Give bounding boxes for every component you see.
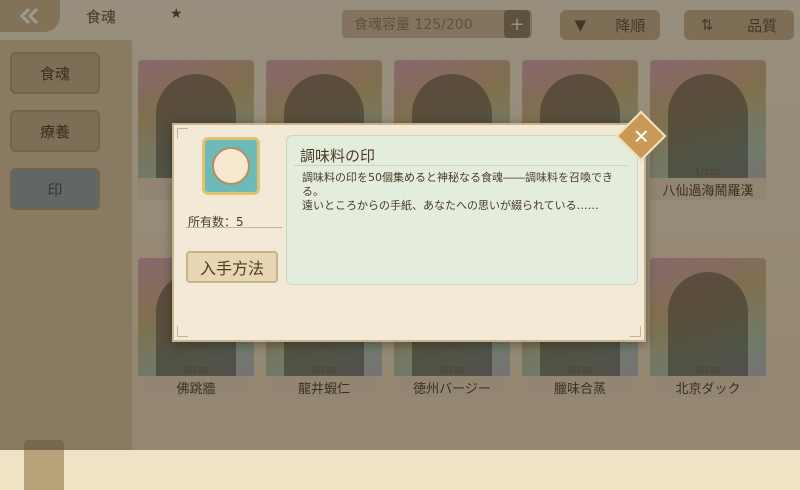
description-line: 調味料の印を50個集めると神秘なる食魂――調味料を召喚できる。 xyxy=(302,171,613,198)
acquire-method-button[interactable]: 入手方法 xyxy=(186,251,278,283)
character-face-icon xyxy=(212,147,250,185)
title-divider xyxy=(294,165,628,166)
divider xyxy=(186,227,282,228)
item-detail-modal: 所有数：5 入手方法 調味料の印 調味料の印を50個集めると神秘なる食魂――調味… xyxy=(172,123,646,342)
seasoning-seal-icon xyxy=(202,137,260,195)
close-icon: ✕ xyxy=(632,123,650,148)
item-description: 調味料の印を50個集めると神秘なる食魂――調味料を召喚できる。 遠いところからの… xyxy=(302,171,628,213)
corner-ornament xyxy=(177,326,188,337)
corner-ornament xyxy=(177,128,188,139)
item-title: 調味料の印 xyxy=(300,147,376,165)
corner-ornament xyxy=(630,326,641,337)
description-line: 遠いところからの手紙、あなたへの思いが綴られている…… xyxy=(302,199,599,212)
